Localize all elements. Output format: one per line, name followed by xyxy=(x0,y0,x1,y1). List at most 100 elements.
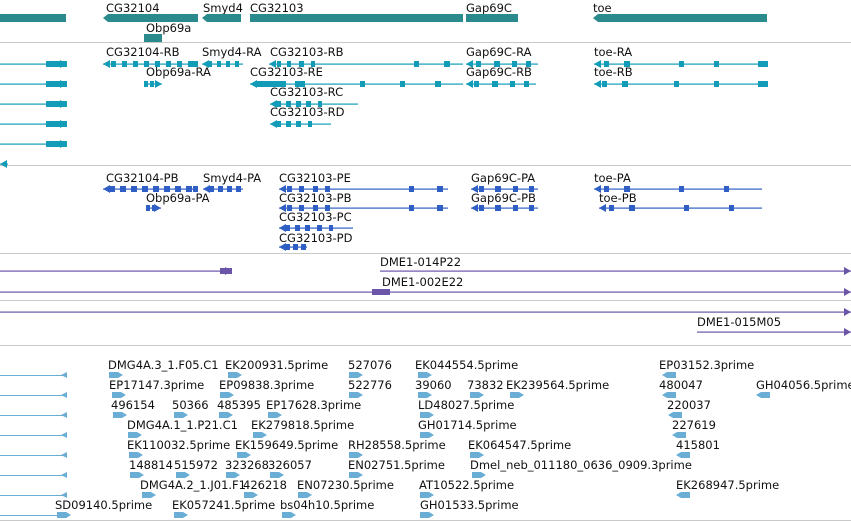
transcript-glyph[interactable] xyxy=(0,80,67,88)
est-glyph[interactable] xyxy=(420,512,434,518)
clone-glyph[interactable] xyxy=(0,288,851,296)
feature-label: 496154 xyxy=(111,398,155,412)
transcript-glyph[interactable] xyxy=(144,80,162,88)
est-glyph[interactable] xyxy=(174,512,188,518)
feature-label: EP09838.3prime xyxy=(219,378,315,392)
est-glyph[interactable] xyxy=(418,392,432,398)
est-glyph[interactable] xyxy=(472,472,486,478)
est-glyph[interactable] xyxy=(129,452,143,458)
transcript-glyph[interactable] xyxy=(0,60,67,68)
est-glyph[interactable] xyxy=(113,412,127,418)
est-glyph[interactable] xyxy=(668,412,682,418)
feature-label: EN02751.5prime xyxy=(348,458,445,472)
transcript-glyph[interactable] xyxy=(594,60,768,68)
clone-glyph[interactable] xyxy=(0,267,232,275)
est-glyph[interactable] xyxy=(662,372,676,378)
est-line[interactable] xyxy=(0,454,66,456)
protein-glyph[interactable] xyxy=(599,204,762,212)
est-glyph[interactable] xyxy=(756,392,770,398)
est-glyph[interactable] xyxy=(244,492,258,498)
est-glyph[interactable] xyxy=(220,392,234,398)
est-glyph[interactable] xyxy=(676,492,690,498)
gene-glyph[interactable] xyxy=(466,14,518,22)
feature-label: 73832 xyxy=(467,378,504,392)
transcript-glyph[interactable] xyxy=(269,60,463,68)
est-glyph[interactable] xyxy=(128,432,142,438)
est-glyph[interactable] xyxy=(672,432,686,438)
transcript-glyph[interactable] xyxy=(0,160,8,168)
est-line[interactable] xyxy=(0,394,66,396)
clone-glyph[interactable] xyxy=(697,328,851,336)
est-line[interactable] xyxy=(0,414,66,416)
gene-glyph[interactable] xyxy=(250,14,463,22)
est-glyph[interactable] xyxy=(662,392,676,398)
transcript-glyph[interactable] xyxy=(0,100,67,108)
protein-glyph[interactable] xyxy=(279,204,448,212)
protein-glyph[interactable] xyxy=(594,185,762,193)
est-glyph[interactable] xyxy=(420,412,434,418)
protein-glyph[interactable] xyxy=(146,204,161,212)
feature-label: CG32103-RB xyxy=(270,45,344,59)
feature-label: AT10522.5prime xyxy=(419,478,515,492)
est-glyph[interactable] xyxy=(109,372,123,378)
gene-glyph[interactable] xyxy=(593,14,767,22)
transcript-glyph[interactable] xyxy=(594,80,768,88)
protein-glyph[interactable] xyxy=(203,185,243,193)
est-glyph[interactable] xyxy=(420,492,434,498)
gene-glyph[interactable] xyxy=(103,14,198,22)
est-line[interactable] xyxy=(0,494,66,496)
est-glyph[interactable] xyxy=(349,372,363,378)
est-glyph[interactable] xyxy=(349,392,363,398)
est-glyph[interactable] xyxy=(130,472,144,478)
gene-glyph[interactable] xyxy=(0,14,66,22)
est-glyph[interactable] xyxy=(142,492,156,498)
est-glyph[interactable] xyxy=(219,412,233,418)
est-glyph[interactable] xyxy=(253,432,267,438)
protein-glyph[interactable] xyxy=(103,185,198,193)
est-arrow xyxy=(61,412,67,418)
est-glyph[interactable] xyxy=(420,432,434,438)
clone-glyph[interactable] xyxy=(0,308,851,316)
est-glyph[interactable] xyxy=(226,472,240,478)
est-glyph[interactable] xyxy=(470,452,484,458)
transcript-glyph[interactable] xyxy=(103,60,198,68)
est-glyph[interactable] xyxy=(228,372,242,378)
est-glyph[interactable] xyxy=(268,412,282,418)
transcript-glyph[interactable] xyxy=(466,60,538,68)
est-glyph[interactable] xyxy=(510,392,524,398)
est-glyph[interactable] xyxy=(418,372,432,378)
transcript-glyph[interactable] xyxy=(202,60,243,68)
est-line[interactable] xyxy=(0,474,66,476)
est-glyph[interactable] xyxy=(349,472,363,478)
est-arrow xyxy=(61,392,67,398)
est-line[interactable] xyxy=(0,434,66,436)
est-glyph[interactable] xyxy=(270,472,284,478)
protein-glyph[interactable] xyxy=(279,243,307,251)
transcript-glyph[interactable] xyxy=(270,100,358,108)
transcript-glyph[interactable] xyxy=(0,120,67,128)
protein-glyph[interactable] xyxy=(471,204,538,212)
transcript-glyph[interactable] xyxy=(250,80,463,88)
est-glyph[interactable] xyxy=(282,512,296,518)
est-glyph[interactable] xyxy=(112,392,126,398)
protein-glyph[interactable] xyxy=(471,185,538,193)
est-line[interactable] xyxy=(0,374,66,376)
est-glyph[interactable] xyxy=(349,452,363,458)
protein-glyph[interactable] xyxy=(279,185,448,193)
gene-glyph[interactable] xyxy=(202,14,241,22)
transcript-glyph[interactable] xyxy=(466,80,536,88)
est-glyph[interactable] xyxy=(470,392,484,398)
gene-glyph[interactable] xyxy=(144,34,162,42)
clone-glyph[interactable] xyxy=(380,267,851,275)
transcript-glyph[interactable] xyxy=(270,120,331,128)
feature-label: GH04056.5prime xyxy=(756,378,851,392)
est-glyph[interactable] xyxy=(298,492,312,498)
est-glyph[interactable] xyxy=(176,472,190,478)
est-glyph[interactable] xyxy=(676,452,690,458)
transcript-glyph[interactable] xyxy=(0,140,67,148)
protein-glyph[interactable] xyxy=(279,224,353,232)
feature-label: bs04h10.5prime xyxy=(280,498,375,512)
est-glyph[interactable] xyxy=(237,452,251,458)
est-glyph[interactable] xyxy=(57,512,71,518)
est-glyph[interactable] xyxy=(174,412,188,418)
